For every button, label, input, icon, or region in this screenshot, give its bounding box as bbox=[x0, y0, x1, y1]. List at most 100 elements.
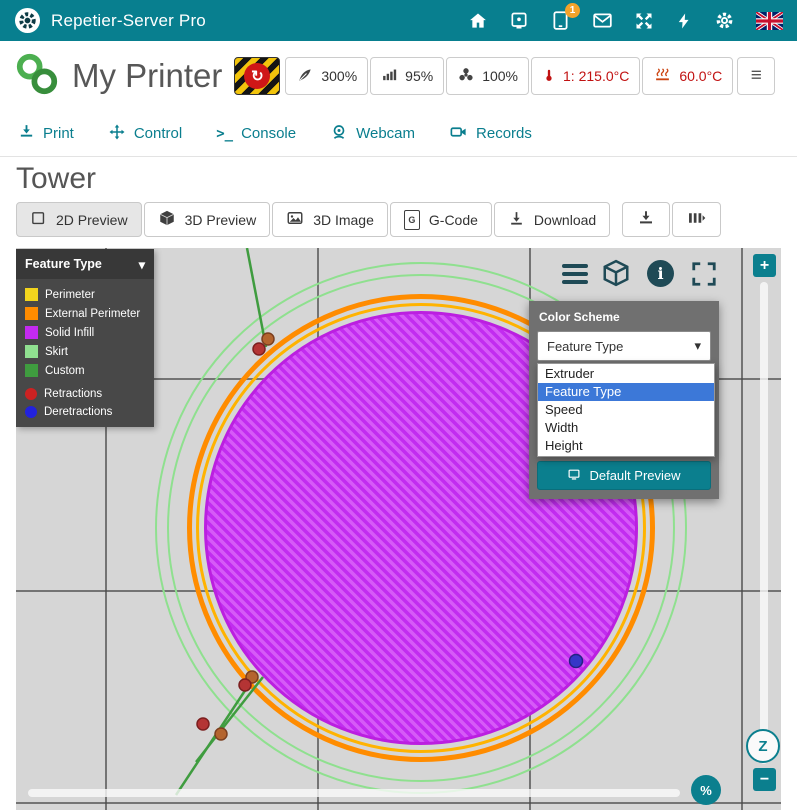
gear-icon[interactable] bbox=[714, 10, 735, 31]
reset-icon: ↻ bbox=[244, 63, 270, 89]
hamburger-icon: ≡ bbox=[751, 65, 762, 87]
legend-label: Skirt bbox=[45, 346, 68, 358]
default-preview-label: Default Preview bbox=[589, 468, 680, 483]
retraction-dot bbox=[253, 343, 265, 355]
option-speed[interactable]: Speed bbox=[538, 401, 714, 419]
tab-control-label: Control bbox=[134, 125, 182, 142]
home-icon[interactable] bbox=[468, 11, 488, 31]
color-chip bbox=[25, 388, 37, 400]
gcode-label: G-Code bbox=[429, 212, 478, 228]
color-chip bbox=[25, 345, 38, 358]
speed-value: 300% bbox=[321, 68, 357, 84]
image-icon bbox=[286, 209, 304, 230]
option-width[interactable]: Width bbox=[538, 419, 714, 437]
3d-image-button[interactable]: 3D Image bbox=[272, 202, 388, 237]
printer-icon[interactable] bbox=[509, 11, 529, 31]
tab-console-label: Console bbox=[241, 125, 296, 142]
retraction-dot bbox=[239, 679, 251, 691]
canvas-menu-button[interactable] bbox=[562, 264, 588, 284]
option-height[interactable]: Height bbox=[538, 437, 714, 455]
extruder-temp-button[interactable]: 1: 215.0°C bbox=[531, 57, 640, 95]
app-title: Repetier-Server Pro bbox=[51, 11, 206, 31]
legend-header[interactable]: Feature Type ▾ bbox=[16, 249, 154, 279]
z-mode-button[interactable]: Z bbox=[746, 729, 780, 763]
layer-up-button[interactable]: + bbox=[753, 254, 776, 277]
fan-icon bbox=[457, 66, 475, 87]
layer-down-button[interactable]: − bbox=[753, 768, 776, 791]
download-icon bbox=[508, 210, 525, 230]
option-feature-type[interactable]: Feature Type bbox=[538, 383, 714, 401]
language-flag-uk[interactable] bbox=[756, 12, 783, 30]
fan-speed-button[interactable]: 100% bbox=[446, 57, 529, 95]
tab-console[interactable]: >_ Console bbox=[216, 125, 296, 142]
bed-temp-button[interactable]: 60.0°C bbox=[642, 57, 733, 95]
3d-preview-button[interactable]: 3D Preview bbox=[144, 202, 271, 237]
extruder-temp-value: 1: 215.0°C bbox=[563, 68, 629, 84]
tab-control[interactable]: Control bbox=[108, 123, 182, 145]
legend-label: Perimeter bbox=[45, 289, 95, 301]
percent-mode-button[interactable]: % bbox=[691, 775, 721, 805]
gcode-button[interactable]: G G-Code bbox=[390, 202, 492, 237]
tab-webcam-label: Webcam bbox=[356, 125, 415, 142]
flow-multiplier-button[interactable]: 95% bbox=[370, 57, 444, 95]
color-scheme-select[interactable]: Feature Type ▾ bbox=[537, 331, 711, 361]
feature-legend: Feature Type ▾ Perimeter External Perime… bbox=[16, 249, 154, 427]
video-camera-icon bbox=[449, 123, 468, 145]
z-slider-track[interactable] bbox=[760, 282, 768, 764]
app-logo[interactable] bbox=[14, 7, 41, 34]
printer-header: My Printer ↻ 300% 95% 100% 1 bbox=[0, 41, 797, 111]
expand-arrows-icon[interactable] bbox=[634, 11, 654, 31]
layer-view-button[interactable] bbox=[622, 202, 670, 237]
tab-print[interactable]: Print bbox=[18, 123, 74, 144]
printer-tabs: Print Control >_ Console Webcam Records bbox=[0, 111, 797, 157]
deretraction-dot bbox=[570, 655, 583, 668]
columns-view-button[interactable] bbox=[672, 202, 721, 237]
extrude-icon bbox=[637, 209, 655, 230]
speed-multiplier-button[interactable]: 300% bbox=[285, 57, 368, 95]
color-scheme-dropdown-list: Extruder Feature Type Speed Width Height bbox=[537, 363, 715, 457]
color-scheme-label: Color Scheme bbox=[529, 301, 719, 331]
tablet-icon[interactable]: 1 bbox=[550, 10, 571, 31]
printer-menu-button[interactable]: ≡ bbox=[737, 57, 775, 95]
color-chip bbox=[25, 326, 38, 339]
repetier-server-app: Repetier-Server Pro 1 bbox=[0, 0, 797, 810]
info-button[interactable]: i bbox=[647, 260, 674, 287]
mail-icon[interactable] bbox=[592, 10, 613, 31]
emergency-stop-button[interactable]: ↻ bbox=[234, 57, 280, 95]
caret-down-icon: ▾ bbox=[139, 257, 145, 272]
2d-preview-label: 2D Preview bbox=[56, 212, 128, 228]
fullscreen-button[interactable] bbox=[690, 260, 718, 293]
legend-label: Solid Infill bbox=[45, 327, 94, 339]
feather-speed-icon bbox=[296, 66, 314, 87]
legend-item: External Perimeter bbox=[16, 304, 154, 323]
gcode-file-icon: G bbox=[404, 210, 420, 230]
custom-move-line bbox=[176, 680, 252, 795]
webcam-icon bbox=[330, 123, 348, 145]
option-extruder[interactable]: Extruder bbox=[538, 365, 714, 383]
color-scheme-selected-value: Feature Type bbox=[547, 339, 623, 354]
tab-records-label: Records bbox=[476, 125, 532, 142]
preview-canvas[interactable]: Feature Type ▾ Perimeter External Perime… bbox=[16, 248, 781, 810]
3d-image-label: 3D Image bbox=[313, 212, 374, 228]
preview-toolbar: 2D Preview 3D Preview 3D Image G G-Code … bbox=[16, 202, 721, 237]
legend-label: External Perimeter bbox=[45, 308, 140, 320]
legend-title: Feature Type bbox=[25, 257, 102, 271]
tab-webcam[interactable]: Webcam bbox=[330, 123, 415, 145]
legend-item: Solid Infill bbox=[16, 323, 154, 342]
legend-item: Custom bbox=[16, 361, 154, 380]
canvas-cube-button[interactable] bbox=[601, 258, 631, 293]
color-chip bbox=[25, 307, 38, 320]
heated-bed-icon bbox=[653, 66, 672, 86]
bolt-icon[interactable] bbox=[675, 11, 693, 31]
legend-item: Perimeter bbox=[16, 285, 154, 304]
default-preview-button[interactable]: Default Preview bbox=[537, 461, 711, 490]
percent-slider-track[interactable] bbox=[28, 789, 680, 797]
tab-records[interactable]: Records bbox=[449, 123, 532, 145]
legend-label: Custom bbox=[45, 365, 85, 377]
2d-preview-button[interactable]: 2D Preview bbox=[16, 202, 142, 237]
bars-icon bbox=[687, 209, 706, 230]
flow-bars-icon bbox=[381, 66, 398, 86]
retraction-dot bbox=[262, 333, 274, 345]
notification-badge: 1 bbox=[565, 3, 580, 18]
download-button[interactable]: Download bbox=[494, 202, 610, 237]
